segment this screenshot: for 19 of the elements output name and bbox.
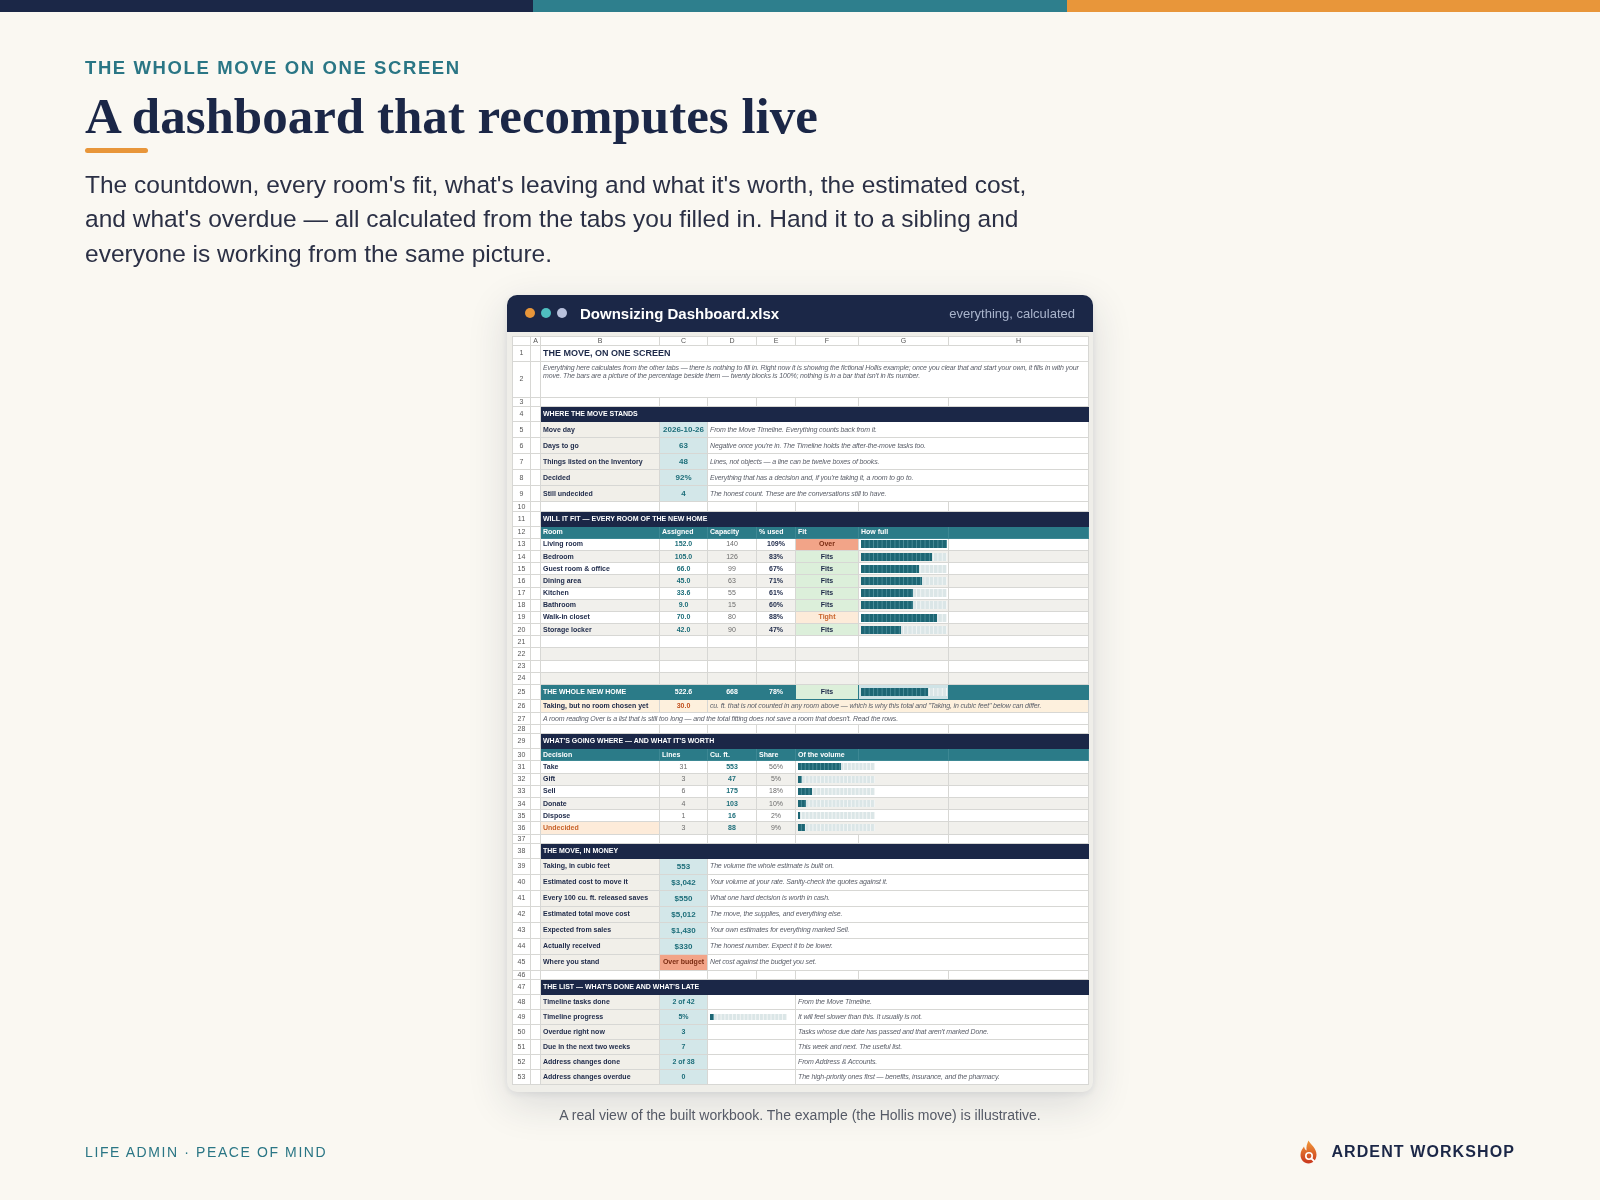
brand-name: ARDENT WORKSHOP [1331,1141,1515,1162]
page-heading: A dashboard that recomputes live [85,86,818,145]
footer-tagline: LIFE ADMIN · PEACE OF MIND [85,1142,328,1162]
eyebrow-label: THE WHOLE MOVE ON ONE SCREEN [85,56,461,79]
window-subtitle: everything, calculated [949,305,1075,321]
stat-value: 4 [660,486,708,503]
heading-underline [85,148,148,153]
window-title: Downsizing Dashboard.xlsx [580,304,780,322]
stat-value: 92% [660,470,708,487]
intro-paragraph: The countdown, every room's fit, what's leaving and what it's worth, the estimated cost, and what's overdue — all calculated from the tabs you filled in. Hand it to a sibling and everyone is working from the same picture. [85,169,1028,269]
stat-value: 2026-10-26 [660,422,708,439]
stat-value: 63 [660,438,708,455]
stat-value: 48 [660,454,708,471]
window-dot-icon [525,308,535,318]
flame-icon [1299,1139,1319,1164]
window-dot-icon [557,308,567,318]
image-caption: A real view of the built workbook. The example (the Hollis move) is illustrative. [558,1105,1042,1124]
sheet-title: THE MOVE, ON ONE SCREEN [541,345,1089,362]
window-dot-icon [541,308,551,318]
